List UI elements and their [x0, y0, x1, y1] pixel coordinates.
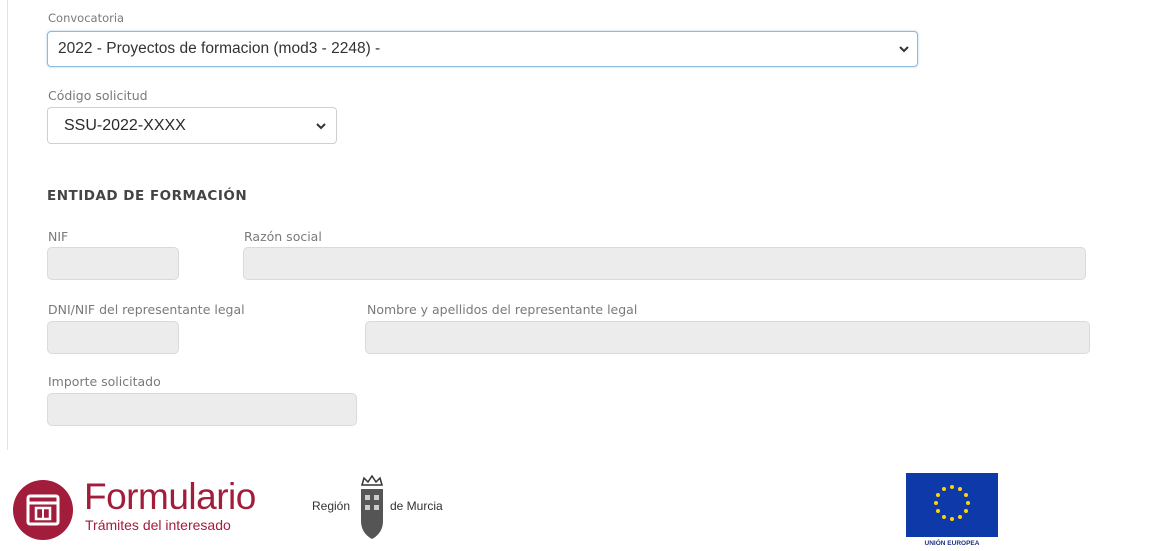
razon-social-field[interactable] — [243, 247, 1086, 280]
convocatoria-label: Convocatoria — [48, 11, 125, 25]
dni-representante-field[interactable] — [47, 321, 179, 354]
codigo-solicitud-select[interactable]: SSU-2022-XXXX — [47, 107, 337, 144]
brand-title: Formulario — [84, 476, 256, 517]
importe-label: Importe solicitado — [48, 374, 161, 389]
eu-label: UNIÓN EUROPEA — [924, 540, 980, 547]
importe-field[interactable] — [47, 393, 357, 426]
left-border — [7, 0, 8, 450]
region-label-right: de Murcia — [390, 499, 443, 513]
dni-representante-label: DNI/NIF del representante legal — [48, 302, 245, 317]
razon-social-label: Razón social — [244, 229, 322, 244]
region-murcia-shield-icon — [361, 475, 383, 539]
nombre-representante-field[interactable] — [365, 321, 1090, 354]
section-title-entidad: ENTIDAD DE FORMACIÓN — [47, 188, 248, 204]
codigo-solicitud-label: Código solicitud — [48, 88, 148, 103]
convocatoria-value: 2022 - Proyectos de formacion (mod3 - 22… — [58, 40, 381, 57]
chevron-down-icon — [899, 46, 909, 53]
nif-label: NIF — [48, 229, 69, 244]
nif-field[interactable] — [47, 247, 179, 280]
codigo-solicitud-value: SSU-2022-XXXX — [64, 116, 186, 134]
chevron-down-icon — [316, 122, 326, 129]
formulario-logo-icon — [13, 480, 73, 540]
nombre-representante-label: Nombre y apellidos del representante leg… — [367, 302, 638, 317]
region-label-left: Región — [312, 499, 351, 513]
brand-subtitle: Trámites del interesado — [85, 517, 231, 533]
eu-flag-icon — [906, 473, 998, 537]
convocatoria-select[interactable]: 2022 - Proyectos de formacion (mod3 - 22… — [47, 31, 918, 67]
